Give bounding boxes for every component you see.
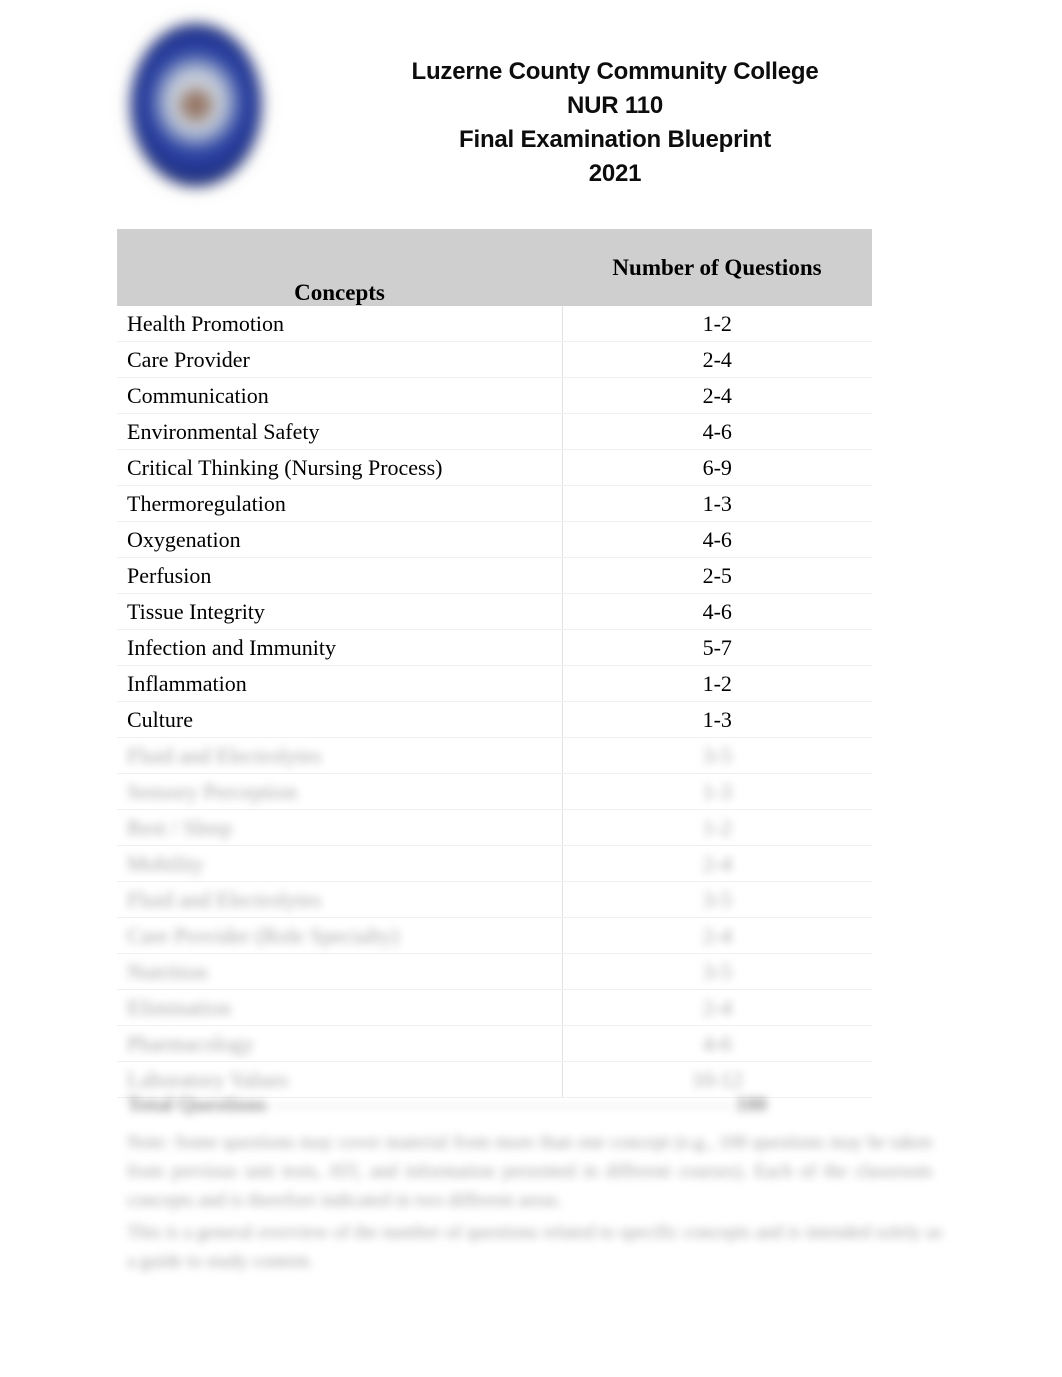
question-count-cell: 4-6 — [561, 413, 872, 450]
table-row: Fluid and Electrolytes 3-5 — [117, 881, 872, 918]
question-count-cell: 2-4 — [561, 845, 872, 882]
question-count-cell: 1-3 — [561, 773, 872, 810]
table-row: Infection and Immunity 5-7 — [117, 629, 872, 666]
table-row: Rest / Sleep 1-2 — [117, 809, 872, 846]
institution-name: Luzerne County Community College — [411, 58, 819, 85]
question-count-cell: 1-2 — [561, 306, 872, 342]
table-body: Health Promotion 1-2 Care Provider 2-4 Commu… — [117, 306, 872, 1098]
document-header: Luzerne County Community College NUR 110… — [0, 0, 1062, 210]
question-count-cell: 2-4 — [561, 917, 872, 954]
total-questions-label: Total Questions — [127, 1092, 267, 1116]
document-year: 2021 — [588, 160, 642, 187]
question-count-cell: 3-5 — [561, 953, 872, 990]
question-count-cell: 3-5 — [561, 737, 872, 774]
concept-cell: Nutrition — [117, 953, 562, 990]
table-row: Care Provider (Role Specialty) 2-4 — [117, 917, 872, 954]
table-row: Oxygenation 4-6 — [117, 521, 872, 558]
table-row: Fluid and Electrolytes 3-5 — [117, 737, 872, 774]
concept-cell: Critical Thinking (Nursing Process) — [117, 449, 562, 486]
footnote-secondary: This is a general overview of the number… — [127, 1222, 942, 1272]
total-questions-row: Total Questions 100 — [127, 1092, 767, 1117]
table-row: Thermoregulation 1-3 — [117, 485, 872, 522]
concept-cell: Perfusion — [117, 557, 562, 594]
table-header-row: Concepts Number of Questions — [117, 229, 872, 306]
footnote-primary: Note: Some questions may cover material … — [127, 1132, 932, 1211]
table-row: Communication 2-4 — [117, 377, 872, 414]
question-count-cell: 1-2 — [561, 665, 872, 702]
concept-cell: Sensory Perception — [117, 773, 562, 810]
document-title: Final Examination Blueprint — [459, 126, 771, 153]
page-title: Luzerne County Community College NUR 110… — [265, 55, 965, 191]
concept-cell: Inflammation — [117, 665, 562, 702]
question-count-cell: 3-5 — [561, 881, 872, 918]
question-count-cell: 6-9 — [561, 449, 872, 486]
table-row: Inflammation 1-2 — [117, 665, 872, 702]
question-count-cell: 2-5 — [561, 557, 872, 594]
dotted-leader — [272, 1105, 732, 1107]
course-code: NUR 110 — [567, 92, 663, 119]
column-header-concepts: Concepts — [117, 229, 562, 306]
concept-cell: Culture — [117, 701, 562, 738]
question-count-cell: 4-6 — [561, 593, 872, 630]
question-count-cell: 2-4 — [561, 989, 872, 1026]
table-row: Elimination 2-4 — [117, 989, 872, 1026]
table-header: Concepts Number of Questions — [117, 229, 872, 306]
concept-cell: Rest / Sleep — [117, 809, 562, 846]
question-count-cell: 4-6 — [561, 1025, 872, 1062]
concept-cell: Infection and Immunity — [117, 629, 562, 666]
question-count-cell: 4-6 — [561, 521, 872, 558]
concept-cell: Communication — [117, 377, 562, 414]
table-row: Health Promotion 1-2 — [117, 306, 872, 342]
question-count-cell: 1-3 — [561, 485, 872, 522]
question-count-cell: 5-7 — [561, 629, 872, 666]
concept-cell: Care Provider (Role Specialty) — [117, 917, 562, 954]
table-row: Tissue Integrity 4-6 — [117, 593, 872, 630]
concept-cell: Tissue Integrity — [117, 593, 562, 630]
table-row: Pharmacology 4-6 — [117, 1025, 872, 1062]
concept-cell: Fluid and Electrolytes — [117, 737, 562, 774]
table-row: Culture 1-3 — [117, 701, 872, 738]
concept-cell: Mobility — [117, 845, 562, 882]
concept-cell: Elimination — [117, 989, 562, 1026]
question-count-cell: 2-4 — [561, 341, 872, 378]
table-row: Care Provider 2-4 — [117, 341, 872, 378]
concept-cell: Thermoregulation — [117, 485, 562, 522]
exam-blueprint-table: Concepts Number of Questions Health Prom… — [117, 229, 872, 1098]
concept-cell: Environmental Safety — [117, 413, 562, 450]
column-header-number-of-questions: Number of Questions — [562, 229, 872, 306]
table-row: Nutrition 3-5 — [117, 953, 872, 990]
concept-cell: Care Provider — [117, 341, 562, 378]
question-count-cell: 1-3 — [561, 701, 872, 738]
table-row: Critical Thinking (Nursing Process) 6-9 — [117, 449, 872, 486]
table-row: Environmental Safety 4-6 — [117, 413, 872, 450]
question-count-cell: 1-2 — [561, 809, 872, 846]
college-logo — [122, 15, 270, 195]
concept-cell: Health Promotion — [117, 306, 562, 342]
question-count-cell: 2-4 — [561, 377, 872, 414]
table-row: Perfusion 2-5 — [117, 557, 872, 594]
concept-cell: Oxygenation — [117, 521, 562, 558]
table-row: Mobility 2-4 — [117, 845, 872, 882]
total-questions-value: 100 — [735, 1092, 768, 1116]
table-row: Sensory Perception 1-3 — [117, 773, 872, 810]
concept-cell: Pharmacology — [117, 1025, 562, 1062]
concept-cell: Fluid and Electrolytes — [117, 881, 562, 918]
college-seal-icon — [131, 24, 261, 186]
